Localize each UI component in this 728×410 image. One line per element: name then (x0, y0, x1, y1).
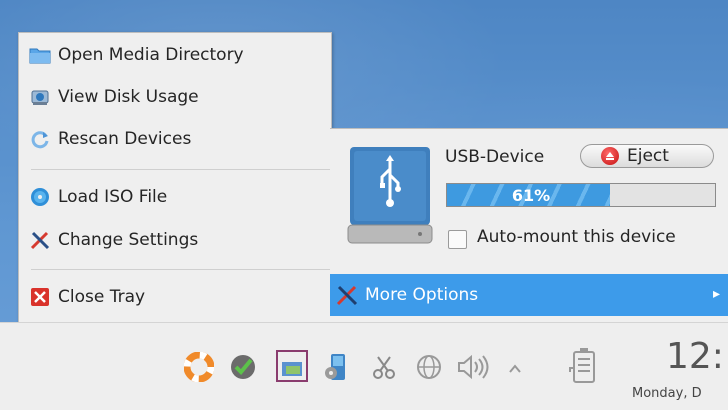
menu-item-load-iso-file[interactable]: Load ISO File (19, 177, 331, 217)
menu-item-open-media-directory[interactable]: Open Media Directory (19, 35, 331, 75)
menu-separator (31, 269, 331, 270)
menu-item-label: Change Settings (58, 230, 199, 250)
menu-item-close-tray[interactable]: Close Tray (19, 277, 331, 317)
menu-separator (31, 169, 331, 170)
menu-item-label: View Disk Usage (58, 87, 199, 107)
tray-expand-arrow-icon[interactable] (500, 352, 530, 382)
disk-usage-icon (29, 86, 51, 108)
menu-item-label: Load ISO File (58, 187, 168, 207)
more-options-item[interactable]: More Options ▸ (330, 274, 728, 316)
clock-time[interactable]: 12: (666, 336, 724, 377)
usb-drive-icon (344, 143, 436, 247)
settings-tools-icon (335, 283, 359, 307)
menu-item-change-settings[interactable]: Change Settings (19, 220, 331, 260)
refresh-icon (29, 128, 51, 150)
clipboard-scissors-icon[interactable] (370, 352, 400, 382)
menu-item-label: Open Media Directory (58, 45, 244, 65)
progress-text: 61% (511, 185, 551, 205)
clock-date: Monday, D (632, 386, 702, 401)
menu-item-label: Close Tray (58, 287, 146, 307)
device-progress-bar: 61% (446, 183, 716, 207)
device-name: USB-Device (445, 147, 545, 167)
monitor-panel-icon[interactable] (276, 350, 308, 382)
more-options-label: More Options (365, 285, 479, 305)
disc-icon (29, 186, 51, 208)
submenu-arrow-icon: ▸ (712, 286, 720, 302)
tray-context-menu: Open Media Directory View Disk Usage Res… (18, 32, 332, 324)
network-globe-icon[interactable] (414, 352, 444, 382)
volume-icon[interactable] (456, 352, 489, 382)
lifebuoy-icon[interactable] (183, 351, 215, 383)
folder-icon (29, 44, 51, 66)
close-icon (29, 286, 51, 308)
eject-button[interactable]: Eject (580, 144, 714, 168)
automount-checkbox[interactable] (448, 230, 467, 249)
battery-icon[interactable] (566, 346, 596, 383)
menu-item-rescan-devices[interactable]: Rescan Devices (19, 119, 331, 159)
automount-label: Auto-mount this device (477, 227, 676, 247)
menu-item-label: Rescan Devices (58, 129, 192, 149)
storage-device-icon[interactable] (322, 352, 352, 382)
eject-label: Eject (627, 146, 669, 166)
taskbar-panel (0, 322, 728, 410)
menu-item-view-disk-usage[interactable]: View Disk Usage (19, 77, 331, 117)
checkmark-shield-icon[interactable] (228, 352, 258, 382)
eject-icon (601, 147, 619, 165)
settings-tools-icon (29, 229, 51, 251)
device-popup: USB-Device Eject 61% Auto-mount this dev… (330, 128, 728, 323)
